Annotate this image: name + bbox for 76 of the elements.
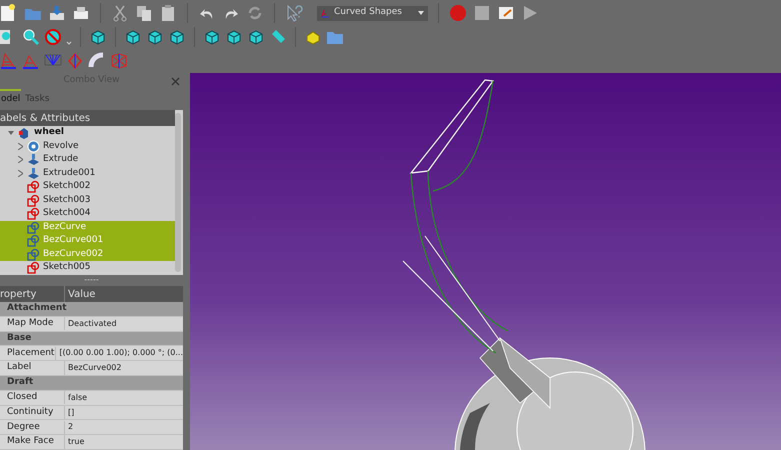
right-view-icon[interactable] bbox=[168, 28, 186, 46]
tree-item-row[interactable]: Sketch005 bbox=[0, 261, 175, 275]
expand-arrow-icon[interactable] bbox=[8, 130, 14, 136]
property-value[interactable]: Deactivated bbox=[65, 318, 183, 330]
property-name: Continuity bbox=[0, 406, 65, 420]
refresh-icon[interactable] bbox=[246, 4, 264, 22]
isometric-view-icon[interactable] bbox=[89, 28, 107, 46]
bezier-curve-icon bbox=[27, 248, 40, 261]
stop-icon[interactable] bbox=[473, 4, 491, 22]
extrude-icon bbox=[27, 166, 40, 180]
pipe-bend-icon[interactable] bbox=[88, 52, 106, 70]
tree-item-label: BezCurve001 bbox=[43, 234, 104, 248]
tree-item-label: Sketch002 bbox=[43, 180, 91, 194]
tree-item-row[interactable]: Sketch002 bbox=[0, 180, 175, 194]
property-name: Map Mode bbox=[0, 316, 65, 330]
no-entry-icon[interactable] bbox=[44, 28, 62, 46]
tree-item-row[interactable]: Sketch004 bbox=[0, 207, 175, 221]
rear-view-icon[interactable] bbox=[203, 28, 221, 46]
property-value[interactable]: false bbox=[65, 392, 183, 404]
copy-icon[interactable] bbox=[135, 4, 153, 22]
extrude-icon bbox=[27, 153, 40, 166]
tree-item-row[interactable]: Sketch003 bbox=[0, 194, 175, 208]
bezier-curve-icon bbox=[27, 234, 40, 248]
top-view-icon[interactable] bbox=[146, 28, 164, 46]
sketch-icon bbox=[27, 207, 40, 220]
left-view-icon[interactable] bbox=[247, 28, 265, 46]
workbench-icon bbox=[321, 8, 330, 18]
print-icon[interactable] bbox=[72, 4, 90, 22]
property-value[interactable]: BezCurve002 bbox=[65, 362, 183, 374]
new-file-icon[interactable] bbox=[0, 4, 18, 22]
front-view-icon[interactable] bbox=[124, 28, 142, 46]
sketch-icon bbox=[27, 194, 40, 207]
column-header: Value bbox=[67, 288, 96, 302]
tree-item-label: Sketch004 bbox=[43, 207, 91, 220]
property-value[interactable]: true bbox=[65, 436, 183, 448]
column-header: abels & Attributes bbox=[0, 110, 175, 126]
help-cursor-icon[interactable] bbox=[285, 4, 303, 22]
tree-item-row[interactable]: Extrude001 bbox=[0, 166, 175, 180]
tree-item-row[interactable]: Revolve bbox=[0, 140, 175, 154]
revolve-icon bbox=[27, 140, 40, 153]
part-icon bbox=[18, 126, 30, 139]
save-icon[interactable] bbox=[48, 4, 66, 22]
tree-item-label: BezCurve bbox=[43, 220, 86, 234]
property-name: Degree bbox=[0, 420, 65, 434]
sketch-icon bbox=[27, 261, 40, 274]
splitter-handle[interactable]: ----- bbox=[84, 276, 99, 284]
cut-icon[interactable] bbox=[111, 4, 129, 22]
macro-edit-icon[interactable] bbox=[497, 4, 515, 22]
tree-item-row[interactable]: Extrude bbox=[0, 153, 175, 167]
tree-item-label: Extrude bbox=[43, 153, 78, 166]
property-value[interactable]: [] bbox=[65, 406, 183, 418]
tree-item-label: Sketch003 bbox=[43, 194, 91, 207]
dropdown-caret-icon bbox=[418, 11, 424, 15]
tree-item-label: Revolve bbox=[43, 140, 79, 153]
property-group[interactable]: Draft bbox=[7, 376, 34, 390]
tree-item[interactable]: wheel bbox=[0, 126, 175, 140]
bezier-curve-icon bbox=[27, 220, 40, 234]
property-name: Label bbox=[0, 361, 65, 375]
property-value[interactable]: [(0.00 0.00 1.00); 0.000 °; (0... bbox=[56, 347, 183, 360]
property-name: Closed bbox=[0, 390, 65, 404]
property-group[interactable]: Base bbox=[7, 332, 32, 346]
close-icon[interactable] bbox=[171, 76, 180, 86]
tree-item-label: BezCurve002 bbox=[43, 248, 104, 261]
sketch-icon bbox=[27, 180, 40, 194]
property-name: Placement bbox=[0, 346, 56, 360]
workbench-dropdown[interactable]: Curved Shapes bbox=[317, 6, 428, 20]
3d-viewport[interactable] bbox=[190, 73, 781, 450]
paste-icon[interactable] bbox=[159, 4, 177, 22]
scrollbar[interactable] bbox=[175, 113, 181, 272]
zoom-icon[interactable] bbox=[22, 28, 40, 46]
property-value[interactable]: 2 bbox=[65, 421, 183, 434]
tree-item-label: Extrude001 bbox=[43, 166, 96, 180]
tree-item-label: Sketch005 bbox=[43, 261, 91, 274]
property-name: Make Face bbox=[0, 435, 65, 449]
play-icon[interactable] bbox=[521, 4, 539, 22]
bottom-view-icon[interactable] bbox=[225, 28, 243, 46]
